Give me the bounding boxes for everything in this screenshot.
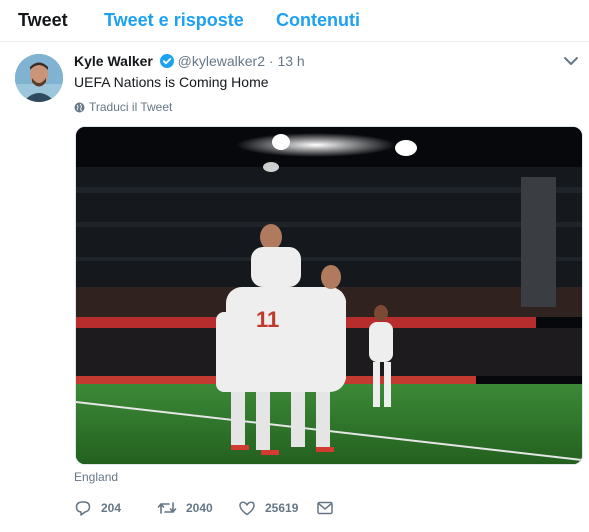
tweet-photo[interactable]: 11 xyxy=(75,126,583,465)
translate-tweet-link[interactable]: Traduci il Tweet xyxy=(74,100,172,114)
photo-location: England xyxy=(74,470,119,484)
like-button[interactable]: 25619 xyxy=(238,499,298,517)
direct-message-icon xyxy=(317,501,333,515)
tweet[interactable]: Kyle Walker @kylewalker2 · 13 h UEFA Nat… xyxy=(0,42,589,532)
tweet-actions: 204 2040 25619 xyxy=(74,499,374,519)
translate-label: Traduci il Tweet xyxy=(89,100,173,114)
retweet-icon xyxy=(157,502,177,514)
author-name[interactable]: Kyle Walker xyxy=(74,53,153,69)
reply-button[interactable]: 204 xyxy=(74,499,121,517)
retweet-count: 2040 xyxy=(186,501,213,515)
tab-media[interactable]: Contenuti xyxy=(276,10,360,31)
globe-icon xyxy=(74,102,85,113)
celebration-photo: 11 xyxy=(76,127,582,464)
profile-tabs: Tweet Tweet e risposte Contenuti xyxy=(0,0,589,42)
reply-count: 204 xyxy=(101,501,122,515)
avatar[interactable] xyxy=(15,54,63,102)
like-icon xyxy=(239,501,255,516)
shirt-number: 11 xyxy=(256,307,279,332)
like-count: 25619 xyxy=(265,501,299,515)
chevron-down-icon[interactable] xyxy=(563,55,579,67)
avatar-image xyxy=(15,54,63,102)
author-handle[interactable]: @kylewalker2 xyxy=(178,53,265,69)
verified-badge-icon xyxy=(159,54,174,68)
tab-tweets-and-replies[interactable]: Tweet e risposte xyxy=(104,10,244,31)
tweet-header: Kyle Walker @kylewalker2 · 13 h xyxy=(74,53,305,69)
tweet-time[interactable]: 13 h xyxy=(277,53,304,69)
tab-tweet[interactable]: Tweet xyxy=(18,10,68,31)
retweet-button[interactable]: 2040 xyxy=(157,499,213,517)
tweet-text: UEFA Nations is Coming Home xyxy=(74,74,269,90)
direct-message-button[interactable] xyxy=(316,499,334,517)
reply-icon xyxy=(75,501,91,516)
separator-dot: · xyxy=(268,53,274,69)
